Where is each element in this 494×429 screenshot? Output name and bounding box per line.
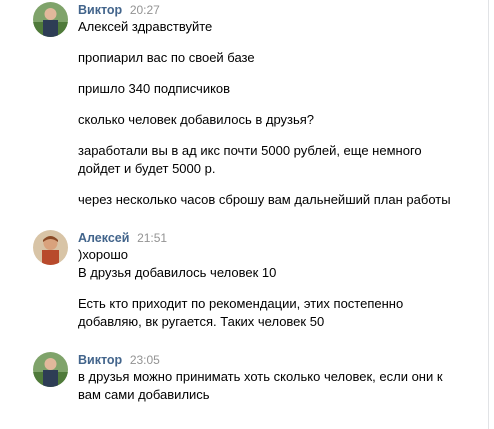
message-text: добавляю, вк ругается. Таких человек 50 [78, 314, 325, 329]
message-text: заработали вы в ад икс почти 5000 рублей… [78, 143, 422, 158]
message-text: дойдет и будет 5000 р. [78, 161, 216, 176]
message-time[interactable]: 21:51 [137, 231, 167, 245]
message-text: пропиарил вас по своей базе [78, 50, 255, 65]
message-text: )хорошо [78, 247, 129, 262]
message-text: через несколько часов сброшу вам дальней… [78, 192, 451, 207]
message-time[interactable]: 20:27 [130, 3, 160, 17]
message-time[interactable]: 23:05 [130, 353, 160, 367]
message-text: вам сами добавились [78, 387, 210, 402]
author-name[interactable]: Алексей [78, 231, 129, 245]
message-text: Алексей здравствуйте [78, 19, 213, 34]
message-text: сколько человек добавилось в друзья? [78, 112, 315, 127]
chat-scrollbar-edge [488, 0, 494, 429]
avatar-viktor[interactable] [33, 2, 68, 37]
avatar-aleksey[interactable] [33, 230, 68, 265]
avatar-viktor[interactable] [33, 352, 68, 387]
author-name[interactable]: Виктор [78, 3, 122, 17]
author-name[interactable]: Виктор [78, 353, 122, 367]
message-text: пришло 340 подписчиков [78, 81, 231, 96]
message-text: в друзья можно принимать хоть сколько че… [78, 369, 443, 384]
message-text: Есть кто приходит по рекомендации, этих … [78, 296, 404, 311]
message-text: В друзья добавилось человек 10 [78, 265, 277, 280]
